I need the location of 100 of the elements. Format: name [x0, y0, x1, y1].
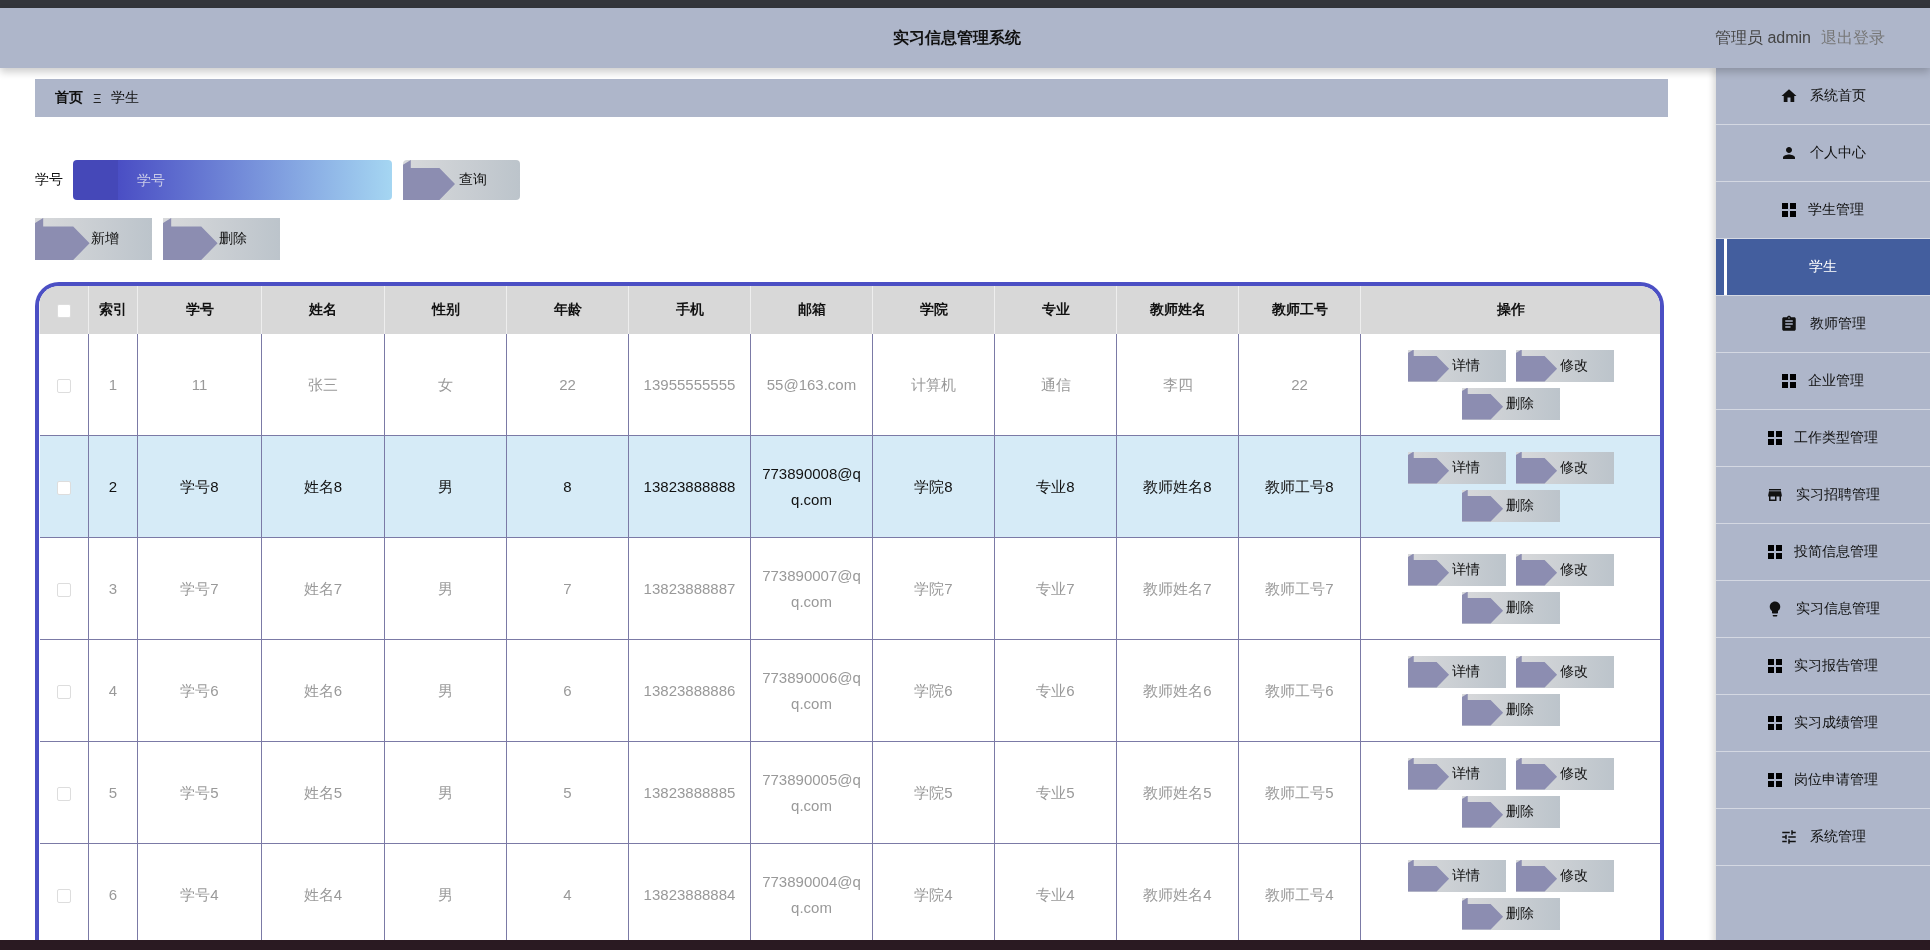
table-row[interactable]: 2 学号8 姓名8 男 8 13823888888 773890008@qq.com 学院8 专业8 教师姓名8 教师工号8 详情 修改 删除	[39, 435, 1660, 538]
sidebar-item[interactable]: 教师管理	[1716, 296, 1930, 353]
delete-button[interactable]: 删除	[163, 218, 280, 260]
delete-button[interactable]: 删除	[1461, 795, 1560, 828]
delete-button[interactable]: 删除	[1461, 693, 1560, 726]
table-cell: 学号7	[137, 537, 262, 640]
row-checkbox[interactable]	[56, 786, 71, 801]
table-cell: 22	[1238, 334, 1361, 436]
sidebar-subitem[interactable]: 学生	[1716, 239, 1930, 296]
detail-button[interactable]: 详情	[1407, 349, 1506, 382]
table-cell: 2	[88, 435, 138, 538]
table-cell: 8	[506, 435, 629, 538]
column-header: 邮箱	[750, 286, 873, 334]
breadcrumb-item: 学生	[111, 89, 140, 107]
table-cell: 4	[88, 639, 138, 742]
table-cell: 教师工号6	[1238, 639, 1361, 742]
breadcrumb-item[interactable]: 首页	[55, 89, 83, 107]
search-field[interactable]: 学号	[73, 160, 392, 200]
table-cell: 773890006@qq.com	[750, 639, 873, 742]
table-cell: 男	[384, 639, 507, 742]
edit-button[interactable]: 修改	[1515, 349, 1614, 382]
edit-button[interactable]: 修改	[1515, 655, 1614, 688]
table-cell: 专业6	[994, 639, 1117, 742]
table-cell: 专业8	[994, 435, 1117, 538]
table-cell: 1	[88, 334, 138, 436]
sidebar-item[interactable]: 系统首页	[1716, 68, 1930, 125]
delete-button[interactable]: 删除	[1461, 489, 1560, 522]
table-cell: 姓名6	[261, 639, 385, 742]
table-cell: 773890005@qq.com	[750, 741, 873, 844]
table-cell: 教师姓名8	[1116, 435, 1239, 538]
row-checkbox[interactable]	[56, 684, 71, 699]
column-header: 教师工号	[1238, 286, 1361, 334]
row-checkbox[interactable]	[56, 888, 71, 903]
search-button[interactable]: 查询	[403, 160, 520, 200]
column-header: 教师姓名	[1116, 286, 1239, 334]
grid-icon	[1768, 773, 1782, 787]
app-title: 实习信息管理系统	[892, 27, 1023, 48]
table-cell: 773890008@qq.com	[750, 435, 873, 538]
search-label: 学号	[35, 171, 63, 189]
sliders-icon	[1780, 828, 1798, 846]
table-cell: 5	[88, 741, 138, 844]
column-header: 专业	[994, 286, 1117, 334]
delete-button[interactable]: 删除	[1461, 897, 1560, 930]
sidebar-item[interactable]: 实习招聘管理	[1716, 467, 1930, 524]
table-cell: 22	[506, 334, 629, 436]
add-button[interactable]: 新增	[35, 218, 152, 260]
grid-icon	[1768, 659, 1782, 673]
table-row[interactable]: 3 学号7 姓名7 男 7 13823888887 773890007@qq.com 学院7 专业7 教师姓名7 教师工号7 详情 修改 删除	[39, 537, 1660, 640]
edit-button[interactable]: 修改	[1515, 553, 1614, 586]
row-checkbox[interactable]	[56, 480, 71, 495]
table-cell: 教师工号7	[1238, 537, 1361, 640]
sidebar-item[interactable]: 工作类型管理	[1716, 410, 1930, 467]
sidebar-item[interactable]: 实习成绩管理	[1716, 695, 1930, 752]
row-checkbox[interactable]	[56, 378, 71, 393]
column-header: 姓名	[261, 286, 385, 334]
grid-icon	[1768, 431, 1782, 445]
delete-button[interactable]: 删除	[1461, 387, 1560, 420]
table-cell: 13823888888	[628, 435, 751, 538]
edit-button[interactable]: 修改	[1515, 451, 1614, 484]
table-cell: 学号6	[137, 639, 262, 742]
column-header: 手机	[628, 286, 751, 334]
edit-button[interactable]: 修改	[1515, 859, 1614, 892]
sidebar-item[interactable]: 企业管理	[1716, 353, 1930, 410]
sidebar-item[interactable]: 个人中心	[1716, 125, 1930, 182]
column-header: 操作	[1360, 286, 1660, 334]
table-cell: 13823888885	[628, 741, 751, 844]
table-cell: 学号8	[137, 435, 262, 538]
sidebar-item[interactable]: 实习报告管理	[1716, 638, 1930, 695]
table-cell: 教师姓名5	[1116, 741, 1239, 844]
table-cell: 13955555555	[628, 334, 751, 436]
table-cell: 姓名8	[261, 435, 385, 538]
edit-button[interactable]: 修改	[1515, 757, 1614, 790]
detail-button[interactable]: 详情	[1407, 757, 1506, 790]
table-cell: 姓名5	[261, 741, 385, 844]
table-row[interactable]: 1 11 张三 女 22 13955555555 55@163.com 计算机 通信 李四 22 详情 修改 删除	[39, 334, 1660, 436]
select-all-checkbox[interactable]	[57, 304, 71, 319]
table-cell: 姓名7	[261, 537, 385, 640]
table-cell: 教师工号5	[1238, 741, 1361, 844]
sidebar-item[interactable]: 系统管理	[1716, 809, 1930, 866]
detail-button[interactable]: 详情	[1407, 655, 1506, 688]
table-cell: 学号5	[137, 741, 262, 844]
sidebar-item[interactable]: 岗位申请管理	[1716, 752, 1930, 809]
detail-button[interactable]: 详情	[1407, 451, 1506, 484]
user-icon	[1780, 144, 1798, 162]
sidebar-item[interactable]: 投简信息管理	[1716, 524, 1930, 581]
table-cell: 学院6	[872, 639, 995, 742]
table-row[interactable]: 5 学号5 姓名5 男 5 13823888885 773890005@qq.com 学院5 专业5 教师姓名5 教师工号5 详情 修改 删除	[39, 741, 1660, 844]
row-checkbox[interactable]	[56, 582, 71, 597]
table-cell: 专业5	[994, 741, 1117, 844]
column-header: 索引	[88, 286, 138, 334]
table-cell: 学院8	[872, 435, 995, 538]
clipboard-icon	[1780, 315, 1798, 333]
table-cell: 55@163.com	[750, 334, 873, 436]
detail-button[interactable]: 详情	[1407, 553, 1506, 586]
sidebar-item[interactable]: 实习信息管理	[1716, 581, 1930, 638]
grid-icon	[1768, 716, 1782, 730]
detail-button[interactable]: 详情	[1407, 859, 1506, 892]
table-row[interactable]: 4 学号6 姓名6 男 6 13823888886 773890006@qq.com 学院6 专业6 教师姓名6 教师工号6 详情 修改 删除	[39, 639, 1660, 742]
delete-button[interactable]: 删除	[1461, 591, 1560, 624]
user-label: 管理员 admin	[1714, 27, 1811, 48]
